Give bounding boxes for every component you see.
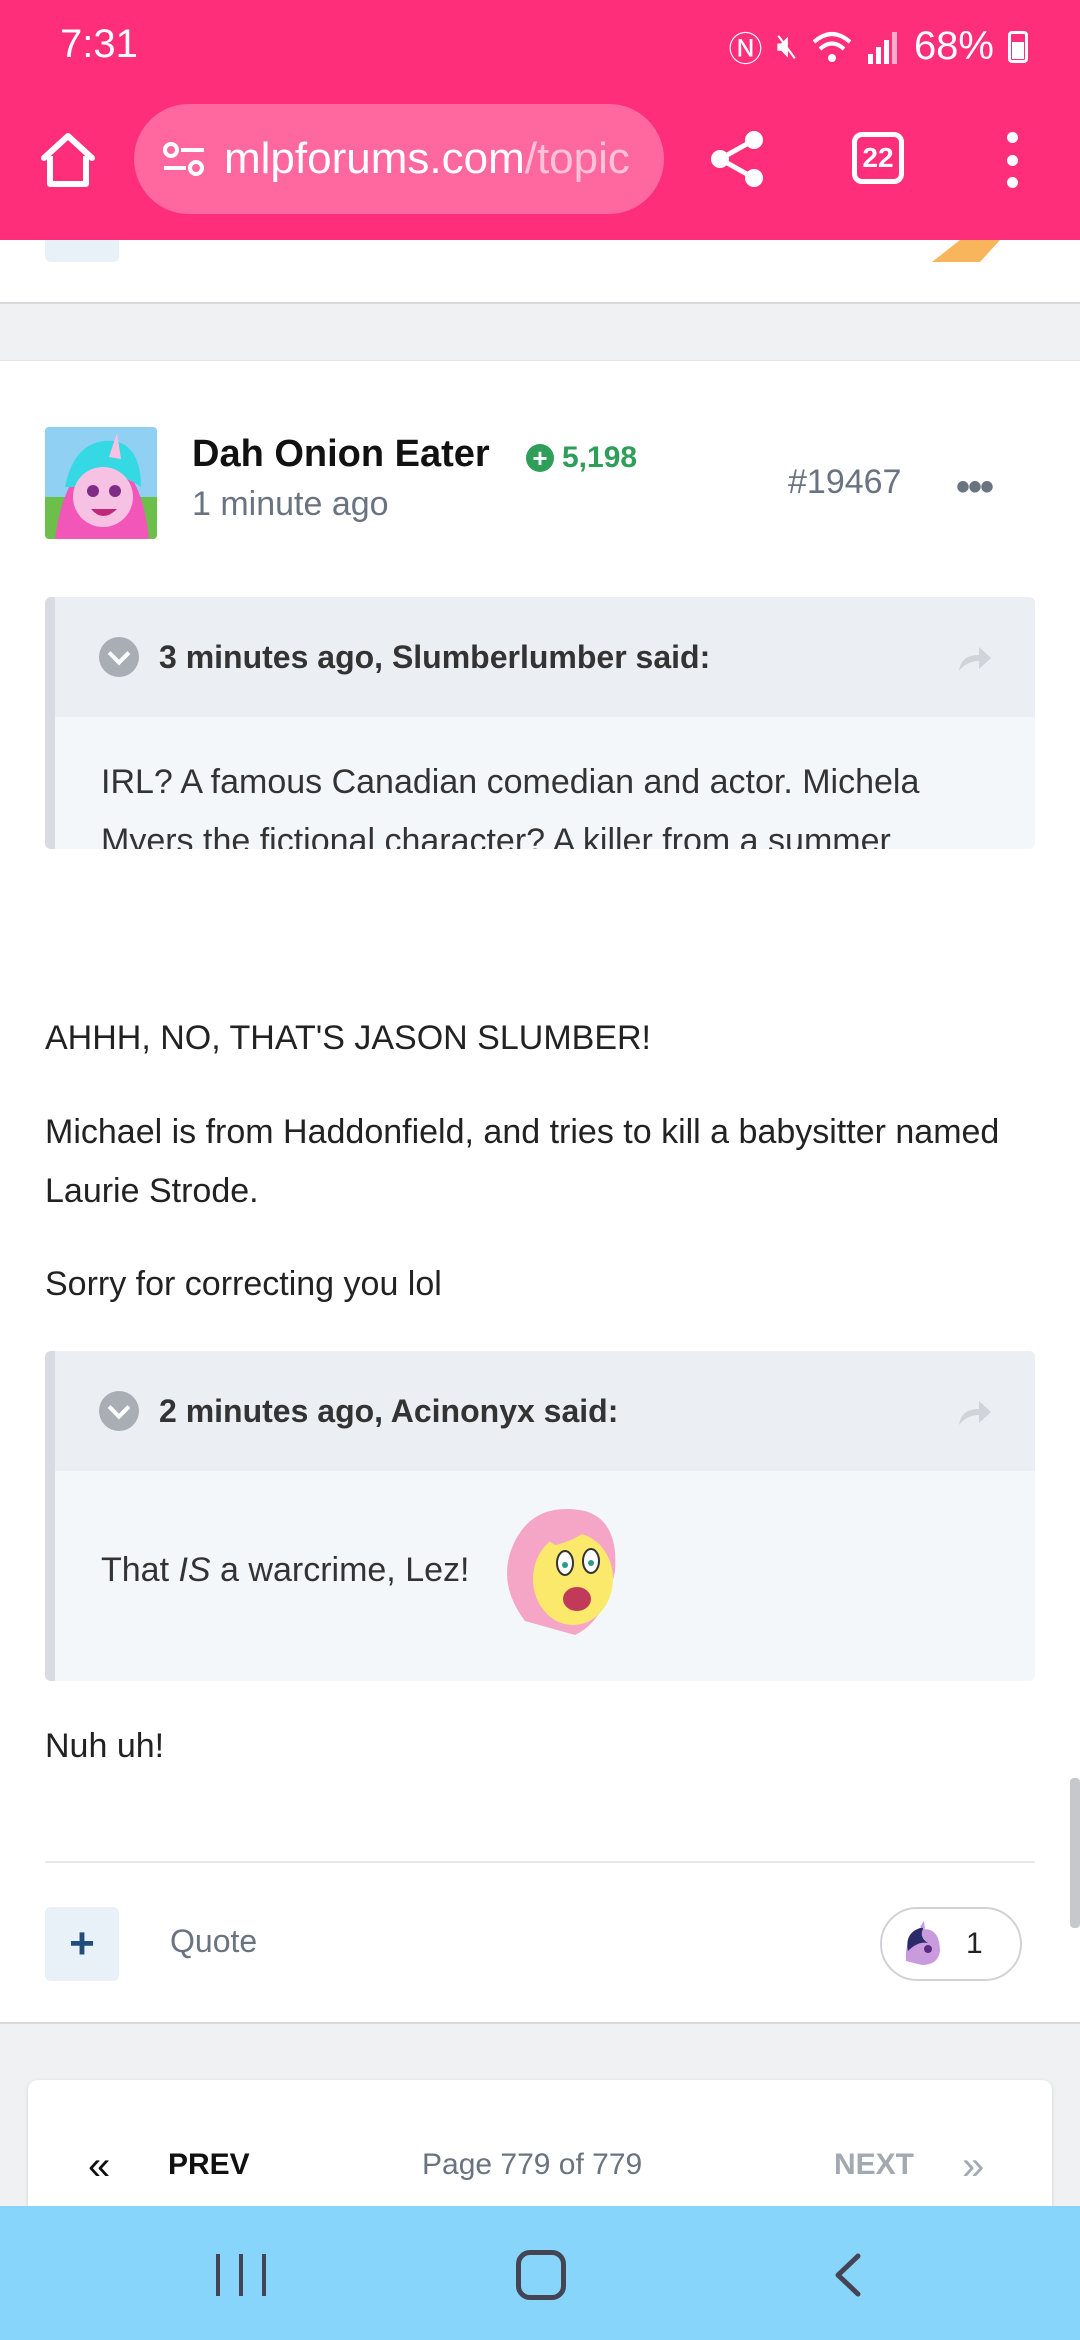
previous-post-fragment (0, 240, 1080, 304)
status-icons: Ⓝ 🔇︎ 68% (729, 22, 1028, 71)
post-paragraph: Michael is from Haddonfield, and tries t… (45, 1113, 1000, 1210)
post-paragraph: Sorry for correcting you lol (45, 1265, 442, 1303)
quote-text: That IS a warcrime, Lez! (101, 1541, 469, 1600)
twilight-reaction-icon (905, 1921, 940, 1965)
post-options-icon[interactable]: ••• (956, 465, 994, 510)
share-icon[interactable] (706, 128, 768, 190)
url-path: /topic (524, 134, 630, 183)
battery-icon (1008, 30, 1028, 63)
post-time[interactable]: 1 minute ago (192, 485, 389, 524)
more-menu-icon[interactable] (1000, 132, 1024, 188)
reputation-badge: +5,198 (526, 441, 637, 475)
quote-body: That IS a warcrime, Lez! (55, 1471, 1035, 1681)
plus-circle-icon: + (526, 444, 554, 472)
prev-page-button[interactable]: PREV (168, 2148, 250, 2182)
recent-apps-icon[interactable] (216, 2254, 266, 2296)
signal-icon (867, 31, 897, 64)
first-page-button[interactable]: « (88, 2144, 110, 2189)
system-nav-bar (0, 2206, 1080, 2340)
post-paragraph: Nuh uh! (45, 1727, 165, 1765)
quote-citation[interactable]: 2 minutes ago, Acinonyx said: (159, 1393, 618, 1430)
quote-header: 2 minutes ago, Acinonyx said: (55, 1351, 1035, 1471)
home-nav-icon[interactable] (516, 2250, 566, 2300)
fluttershy-emoticon (507, 1509, 616, 1635)
forum-post: Dah Onion Eater +5,198 1 minute ago #194… (0, 360, 1080, 2024)
quote-text-part: That (101, 1551, 179, 1589)
avatar[interactable] (45, 427, 157, 539)
prev-post-plus-button[interactable] (45, 240, 119, 262)
url-text: mlpforums.com/topic (224, 134, 630, 184)
quote-citation[interactable]: 3 minutes ago, Slumberlumber said: (159, 639, 710, 676)
go-to-quote-icon[interactable] (957, 1397, 993, 1427)
multiquote-plus-button[interactable]: + (45, 1907, 119, 1981)
nfc-icon: Ⓝ (728, 31, 763, 69)
status-time: 7:31 (60, 22, 138, 66)
reaction-count: 1 (966, 1927, 983, 1960)
author-name[interactable]: Dah Onion Eater (192, 433, 490, 476)
tab-switcher-button[interactable]: 22 (852, 132, 904, 184)
post-paragraph: AHHH, NO, THAT'S JASON SLUMBER! (45, 1019, 651, 1057)
collapse-chevron-icon[interactable] (99, 637, 139, 677)
post-number[interactable]: #19467 (788, 463, 901, 502)
quote-block: 2 minutes ago, Acinonyx said: That IS a … (45, 1351, 1035, 1681)
pencil-icon (932, 240, 1000, 262)
page-indicator[interactable]: Page 779 of 779 (422, 2148, 642, 2182)
scrollbar-thumb[interactable] (1070, 1778, 1080, 1928)
mute-icon: 🔇︎ (776, 27, 798, 65)
quote-emphasis: IS (178, 1551, 211, 1589)
site-settings-icon[interactable] (162, 141, 206, 177)
battery-percent: 68% (913, 24, 994, 68)
address-bar[interactable]: mlpforums.com/topic (134, 104, 664, 214)
quote-text-part: a warcrime, Lez! (210, 1551, 470, 1589)
quote-header: 3 minutes ago, Slumberlumber said: (55, 597, 1035, 717)
quote-block: 3 minutes ago, Slumberlumber said: IRL? … (45, 597, 1035, 849)
quote-text: IRL? A famous Canadian comedian and acto… (101, 763, 920, 849)
browser-top-bar: 7:31 Ⓝ 🔇︎ 68% mlpforums.com/topic 22 (0, 0, 1080, 240)
last-page-button: » (962, 2144, 985, 2188)
wifi-icon (812, 31, 852, 62)
collapse-chevron-icon[interactable] (99, 1391, 139, 1431)
quote-button[interactable]: Quote (170, 1923, 257, 1960)
next-page-button: NEXT (834, 2148, 915, 2181)
post-divider (45, 1861, 1035, 1863)
url-domain: mlpforums.com (224, 134, 525, 183)
reputation-count: 5,198 (562, 441, 638, 474)
home-icon[interactable] (38, 130, 98, 190)
reaction-button[interactable]: 1 (880, 1907, 1022, 1981)
go-to-quote-icon[interactable] (957, 643, 993, 673)
back-icon[interactable] (832, 2252, 862, 2298)
